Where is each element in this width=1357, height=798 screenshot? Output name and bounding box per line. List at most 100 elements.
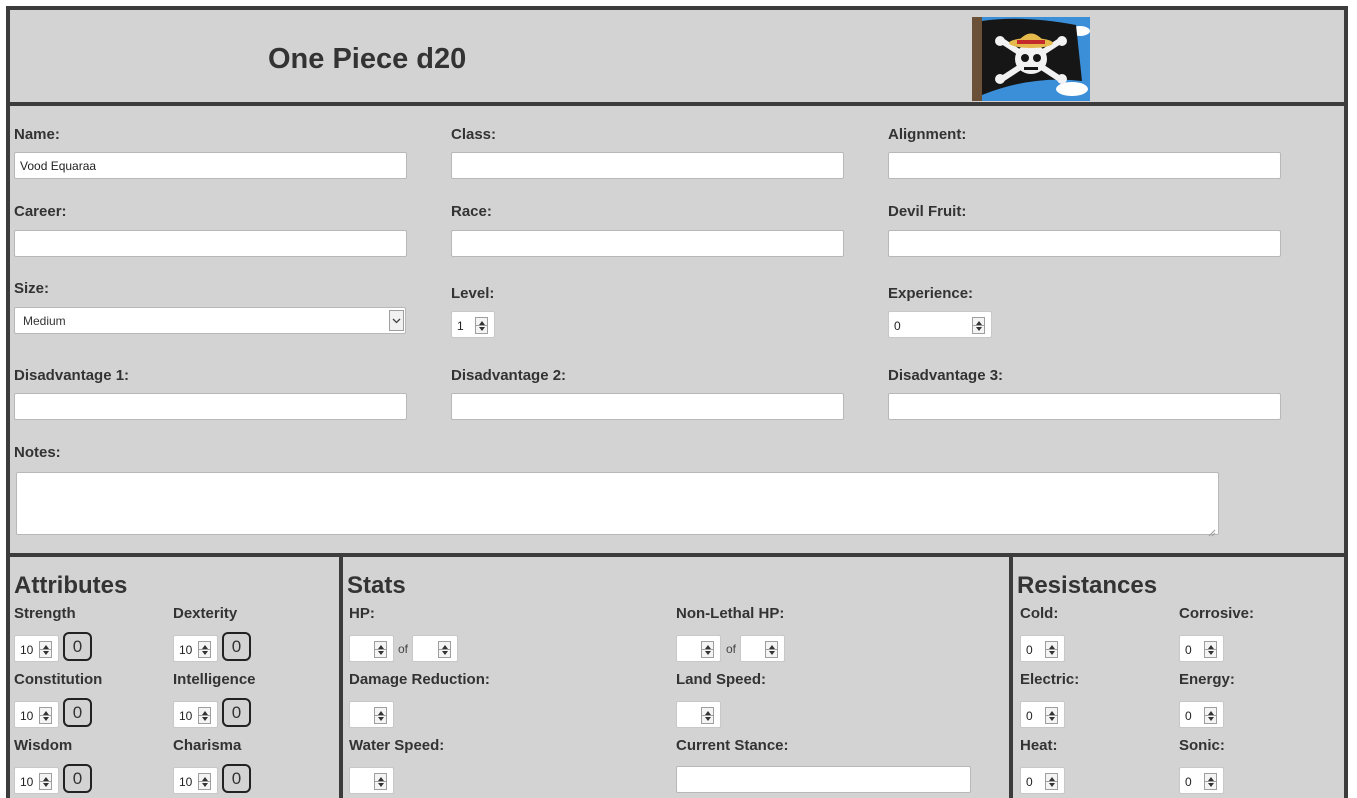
nonlethal-hp-label: Non-Lethal HP:	[676, 605, 785, 622]
damage-reduction-stepper[interactable]	[349, 701, 394, 728]
current-stance-label: Current Stance:	[676, 737, 789, 754]
stats-panel: Stats HP: of Non-Lethal HP: of Damage Re…	[339, 553, 1013, 798]
cold-label: Cold:	[1020, 605, 1059, 622]
disadvantage-2-label: Disadvantage 2:	[451, 367, 567, 384]
constitution-label: Constitution	[14, 671, 103, 688]
header-panel: One Piece d20	[6, 6, 1348, 106]
experience-label: Experience:	[888, 285, 974, 302]
spin-arrows-icon[interactable]	[374, 773, 387, 790]
water-speed-stepper[interactable]	[349, 767, 394, 794]
career-label: Career:	[14, 203, 67, 220]
spin-arrows-icon[interactable]	[374, 641, 387, 658]
spin-arrows-icon[interactable]	[198, 773, 211, 790]
spin-arrows-icon[interactable]	[39, 707, 52, 724]
disadvantage-3-input[interactable]	[888, 393, 1281, 420]
constitution-stepper[interactable]: 10	[14, 701, 59, 728]
devil-fruit-label: Devil Fruit:	[888, 203, 967, 220]
dexterity-stepper[interactable]: 10	[173, 635, 218, 662]
constitution-modifier: 0	[63, 698, 92, 727]
electric-label: Electric:	[1020, 671, 1080, 688]
spin-arrows-icon[interactable]	[701, 707, 714, 724]
class-input[interactable]	[451, 152, 844, 179]
corrosive-stepper[interactable]: 0	[1179, 635, 1224, 662]
spin-arrows-icon[interactable]	[1204, 641, 1217, 658]
notes-textarea[interactable]	[16, 472, 1219, 535]
spin-arrows-icon[interactable]	[701, 641, 714, 658]
current-stance-input[interactable]	[676, 766, 971, 793]
spin-arrows-icon[interactable]	[1204, 707, 1217, 724]
spin-arrows-icon[interactable]	[39, 773, 52, 790]
energy-stepper[interactable]: 0	[1179, 701, 1224, 728]
sonic-stepper[interactable]: 0	[1179, 767, 1224, 794]
nonlethal-hp-current-stepper[interactable]	[676, 635, 721, 662]
disadvantage-3-label: Disadvantage 3:	[888, 367, 1004, 384]
size-selected-value: Medium	[23, 314, 66, 328]
hp-label: HP:	[349, 605, 375, 622]
class-label: Class:	[451, 126, 497, 143]
disadvantage-2-input[interactable]	[451, 393, 844, 420]
intelligence-label: Intelligence	[173, 671, 256, 688]
character-info-panel: Name: Class: Alignment: Career: Race: De…	[6, 102, 1348, 557]
spin-arrows-icon[interactable]	[198, 707, 211, 724]
cold-stepper[interactable]: 0	[1020, 635, 1065, 662]
heat-stepper[interactable]: 0	[1020, 767, 1065, 794]
spin-arrows-icon[interactable]	[1045, 707, 1058, 724]
resistances-title: Resistances	[1017, 572, 1158, 599]
level-value: 1	[457, 319, 464, 333]
level-label: Level:	[451, 285, 495, 302]
career-input[interactable]	[14, 230, 407, 257]
experience-stepper[interactable]: 0	[888, 311, 992, 338]
chevron-down-icon[interactable]	[389, 310, 404, 331]
spin-arrows-icon[interactable]	[475, 317, 488, 334]
strength-stepper[interactable]: 10	[14, 635, 59, 662]
intelligence-stepper[interactable]: 10	[173, 701, 218, 728]
jolly-roger-flag-icon	[972, 17, 1090, 101]
level-stepper[interactable]: 1	[451, 311, 495, 338]
sonic-label: Sonic:	[1179, 737, 1225, 754]
intelligence-modifier: 0	[222, 698, 251, 727]
charisma-modifier: 0	[222, 764, 251, 793]
wisdom-stepper[interactable]: 10	[14, 767, 59, 794]
attributes-panel: Attributes Strength 10 0 Dexterity 10 0 …	[6, 553, 343, 798]
resistances-panel: Resistances Cold: 0 Corrosive: 0 Electri…	[1009, 553, 1348, 798]
water-speed-label: Water Speed:	[349, 737, 445, 754]
hp-current-stepper[interactable]	[349, 635, 394, 662]
stats-title: Stats	[347, 572, 406, 599]
spin-arrows-icon[interactable]	[1045, 641, 1058, 658]
experience-value: 0	[894, 319, 901, 333]
charisma-stepper[interactable]: 10	[173, 767, 218, 794]
size-select[interactable]: Medium	[14, 307, 406, 334]
devil-fruit-input[interactable]	[888, 230, 1281, 257]
size-label: Size:	[14, 280, 50, 297]
wisdom-label: Wisdom	[14, 737, 73, 754]
name-input[interactable]	[14, 152, 407, 179]
electric-stepper[interactable]: 0	[1020, 701, 1065, 728]
spin-arrows-icon[interactable]	[198, 641, 211, 658]
damage-reduction-label: Damage Reduction:	[349, 671, 490, 688]
spin-arrows-icon[interactable]	[972, 317, 985, 334]
spin-arrows-icon[interactable]	[374, 707, 387, 724]
land-speed-label: Land Speed:	[676, 671, 767, 688]
nonlethal-of-text: of	[726, 642, 737, 656]
charisma-label: Charisma	[173, 737, 242, 754]
spin-arrows-icon[interactable]	[438, 641, 451, 658]
spin-arrows-icon[interactable]	[39, 641, 52, 658]
land-speed-stepper[interactable]	[676, 701, 721, 728]
nonlethal-hp-max-stepper[interactable]	[740, 635, 785, 662]
attributes-title: Attributes	[14, 572, 128, 599]
resize-grip-icon[interactable]	[1208, 524, 1216, 537]
spin-arrows-icon[interactable]	[1045, 773, 1058, 790]
alignment-label: Alignment:	[888, 126, 967, 143]
heat-label: Heat:	[1020, 737, 1058, 754]
hp-max-stepper[interactable]	[412, 635, 458, 662]
strength-label: Strength	[14, 605, 76, 622]
wisdom-modifier: 0	[63, 764, 92, 793]
spin-arrows-icon[interactable]	[1204, 773, 1217, 790]
disadvantage-1-input[interactable]	[14, 393, 407, 420]
energy-label: Energy:	[1179, 671, 1235, 688]
spin-arrows-icon[interactable]	[765, 641, 778, 658]
strength-modifier: 0	[63, 632, 92, 661]
alignment-input[interactable]	[888, 152, 1281, 179]
dexterity-modifier: 0	[222, 632, 251, 661]
race-input[interactable]	[451, 230, 844, 257]
